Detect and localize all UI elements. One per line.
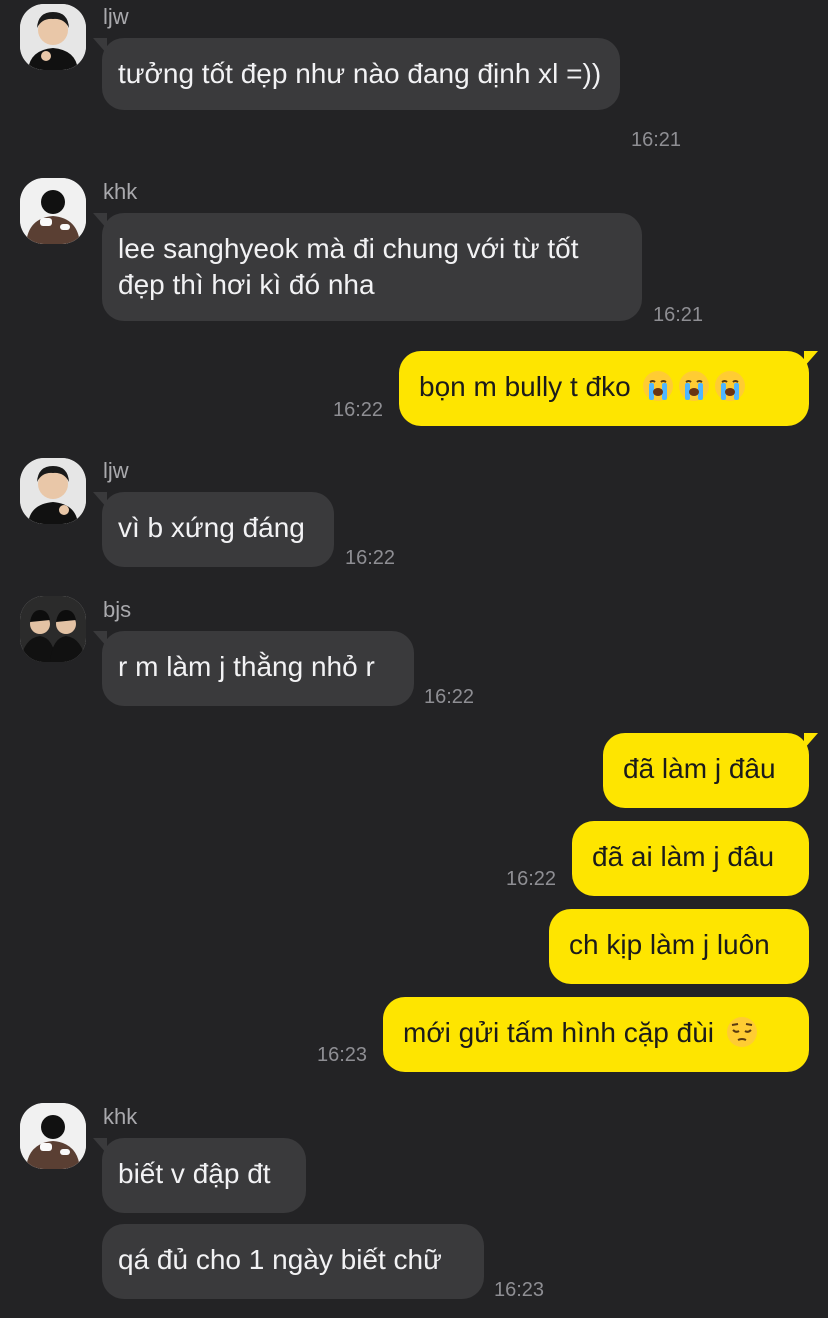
message-bubble-outgoing[interactable]: ch kịp làm j luôn [549, 909, 809, 984]
message-bubble[interactable]: vì b xứng đáng [93, 492, 334, 567]
message-timestamp: 16:21 [653, 304, 704, 326]
sender-name: khk [103, 1104, 138, 1129]
avatar-khk[interactable] [20, 1103, 86, 1169]
message-bubble[interactable]: tưởng tốt đẹp như nào đang định xl =)) [93, 38, 620, 110]
avatar-ljw[interactable] [20, 4, 86, 70]
profile-photo-icon [20, 596, 86, 662]
message-text: bọn m bully t đko [419, 371, 631, 402]
profile-photo-icon [20, 178, 86, 244]
message-text: mới gửi tấm hình cặp đùi [403, 1017, 715, 1048]
message-text: biết v đập đt [118, 1158, 271, 1189]
message-text: qá đủ cho 1 ngày biết chữ [118, 1244, 442, 1275]
sender-name: khk [103, 179, 138, 204]
message-timestamp: 16:22 [506, 868, 557, 890]
message-bubble-outgoing[interactable]: mới gửi tấm hình cặp đùi [383, 997, 809, 1072]
message-timestamp: 16:22 [333, 399, 384, 421]
message-text: vì b xứng đáng [118, 512, 305, 543]
message-text: đã làm j đâu [623, 753, 776, 784]
message-bubble-outgoing[interactable]: đã làm j đâu [603, 733, 818, 808]
profile-photo-icon [20, 4, 86, 70]
message-bubble[interactable]: lee sanghyeok mà đi chung với từ tốt đẹp… [93, 213, 642, 321]
avatar-bjs[interactable] [20, 596, 86, 662]
sender-name: ljw [103, 4, 129, 29]
message-timestamp: 16:22 [424, 686, 475, 708]
message-timestamp: 16:23 [317, 1044, 368, 1066]
message-bubble[interactable]: r m làm j thằng nhỏ r [93, 631, 414, 706]
message-timestamp: 16:21 [631, 129, 682, 151]
loudly-crying-face-icon [715, 371, 746, 401]
message-text: ch kịp làm j luôn [569, 929, 770, 960]
loudly-crying-face-icon [679, 371, 710, 401]
profile-photo-icon [20, 458, 86, 524]
sender-name: bjs [103, 597, 132, 622]
message-text: r m làm j thằng nhỏ r [118, 651, 375, 682]
message-bubble-outgoing[interactable]: bọn m bully t đko [399, 351, 818, 426]
message-text: tưởng tốt đẹp như nào đang định xl =)) [118, 58, 602, 89]
sender-name: ljw [103, 458, 129, 483]
message-text: lee sanghyeok mà đi chung với từ tốt đẹp… [118, 233, 579, 300]
profile-photo-icon [20, 1103, 86, 1169]
message-timestamp: 16:22 [345, 547, 396, 569]
pensive-face-icon [726, 1017, 757, 1047]
message-bubble[interactable]: qá đủ cho 1 ngày biết chữ [102, 1224, 484, 1299]
loudly-crying-face-icon [643, 371, 674, 401]
message-bubble-outgoing[interactable]: đã ai làm j đâu [572, 821, 809, 896]
avatar-ljw[interactable] [20, 458, 86, 524]
message-bubble[interactable]: biết v đập đt [93, 1138, 306, 1213]
avatar-khk[interactable] [20, 178, 86, 244]
message-timestamp: 16:23 [494, 1279, 545, 1301]
message-text: đã ai làm j đâu [592, 841, 775, 872]
